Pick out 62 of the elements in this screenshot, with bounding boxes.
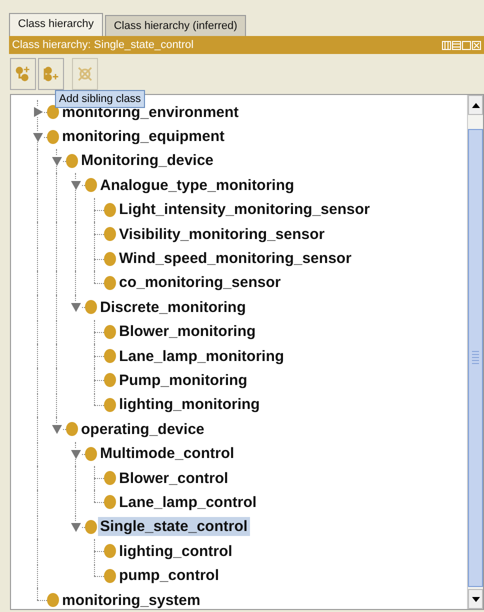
tree-item[interactable]: Blower_monitoring [117,322,258,342]
class-dot-icon [85,300,97,314]
window-control-icon[interactable] [462,40,471,50]
class-dot-icon [85,446,97,461]
class-dot-icon [104,276,116,290]
expanded-triangle-icon[interactable] [70,180,80,190]
class-dot-icon [47,593,59,607]
class-dot-icon [104,398,116,412]
tree-item[interactable]: monitoring_equipment [60,127,226,146]
collapsed-triangle-icon[interactable] [32,107,42,118]
window-control-icon[interactable] [442,40,451,50]
window-control-icon[interactable] [472,40,481,50]
class-dot-icon [104,324,116,339]
scrollbar[interactable] [467,95,483,609]
tree-item[interactable]: lighting_monitoring [117,395,262,414]
tree-item[interactable]: lighting_control [117,542,234,561]
expanded-triangle-icon[interactable] [70,302,80,312]
expanded-triangle-icon[interactable] [52,424,62,434]
class-dot-icon [104,373,116,388]
tree-item[interactable]: Lane_lamp_control [117,492,259,512]
class-dot-icon [104,202,116,217]
tooltip: Add sibling class [55,90,145,108]
tree-item[interactable]: Blower_control [117,468,230,488]
class-dot-icon [47,130,59,144]
tree-item[interactable]: operating_device [79,420,206,439]
tree-item[interactable]: monitoring_system [60,590,202,610]
expanded-triangle-icon[interactable] [70,522,80,532]
class-dot-icon [85,520,97,534]
expanded-triangle-icon[interactable] [52,156,62,166]
tree-item[interactable]: co_monitoring_sensor [117,273,283,292]
tree-item[interactable]: Discrete_monitoring [98,298,248,317]
class-dot-icon [104,227,116,242]
class-dot-icon [104,252,116,266]
expanded-triangle-icon[interactable] [70,448,80,459]
class-dot-icon [47,105,59,120]
class-dot-icon [66,154,78,168]
expanded-triangle-icon[interactable] [32,132,42,142]
tree-item[interactable]: Light_intensity_monitoring_sensor [117,200,372,220]
tab[interactable]: Class hierarchy (inferred) [104,15,246,36]
class-dot-icon [104,471,116,486]
crossed-circle-icon [76,65,94,83]
tree-item[interactable]: Wind_speed_monitoring_sensor [117,249,354,268]
scroll-thumb[interactable] [468,129,483,587]
tab[interactable]: Class hierarchy [9,13,103,36]
add-sibling-icon [42,65,60,83]
tree-item[interactable]: Multimode_control [98,444,236,464]
add-subclass-icon [14,65,32,83]
panel-title: Class hierarchy: Single_state_control [12,39,194,51]
class-dot-icon [104,495,116,510]
tree-item[interactable]: Pump_monitoring [117,370,250,390]
tree-item[interactable]: Monitoring_device [79,151,216,170]
tree-item[interactable]: pump_control [117,566,221,586]
class-dot-icon [104,349,116,364]
tree-item[interactable]: Lane_lamp_monitoring [117,346,286,366]
tree-item[interactable]: Analogue_type_monitoring [98,176,296,195]
class-dot-icon [104,568,116,583]
class-dot-icon [66,422,78,436]
class-dot-icon [85,178,97,192]
class-dot-icon [104,544,116,558]
tree-item[interactable]: Visibility_monitoring_sensor [117,224,327,244]
window-control-icon[interactable] [452,40,461,50]
tree-item[interactable]: Single_state_control [98,517,250,536]
